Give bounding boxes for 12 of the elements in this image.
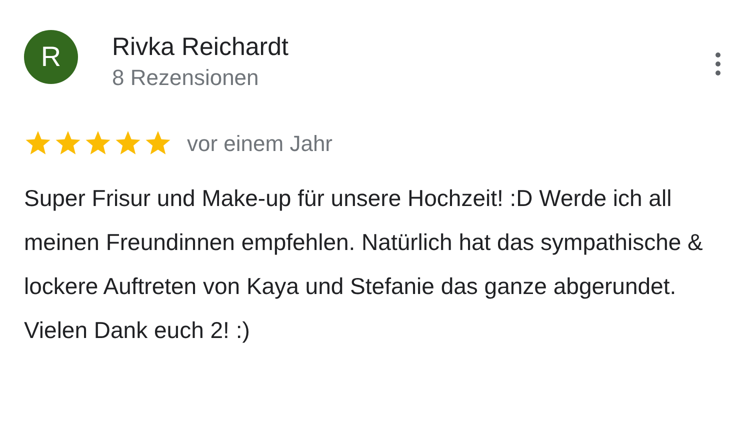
author-name[interactable]: Rivka Reichardt: [112, 31, 288, 63]
more-options-button[interactable]: [714, 52, 722, 76]
star-icon: [145, 131, 171, 156]
star-icon: [55, 131, 81, 156]
more-icon: [715, 52, 721, 76]
star-icon: [115, 131, 141, 156]
star-icon: [85, 131, 111, 156]
star-icon: [25, 131, 51, 156]
review-text: Super Frisur und Make-up für unsere Hochzeit! :D Werde ich all meinen Freundinnen empfehlen. Natürlich hat das sympathische & lockere Auftreten von Kaya und Stefanie das ganze abgerundet. Vielen Dank euch 2! :): [24, 184, 704, 345]
review-count: 8 Rezensionen: [112, 64, 260, 92]
avatar: R: [24, 30, 78, 84]
review-date: vor einem Jahr: [187, 130, 333, 158]
